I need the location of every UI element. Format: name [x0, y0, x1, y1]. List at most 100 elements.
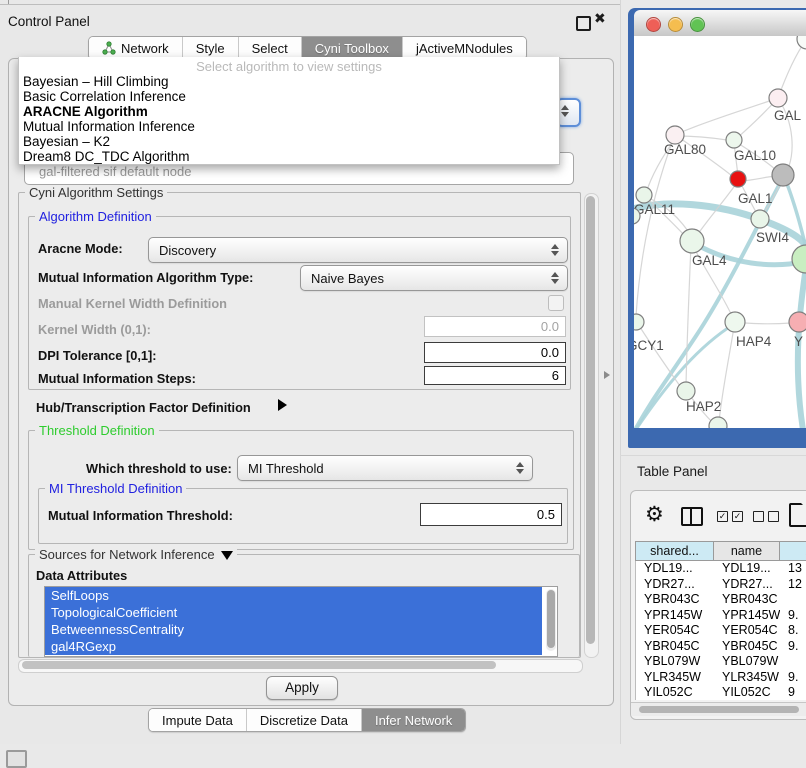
algorithm-option-aracne-algorithm[interactable]: ARACNE Algorithm [19, 104, 559, 119]
attribute-item-gal4rgexp[interactable]: gal4RGexp [45, 638, 542, 655]
mi-algorithm-type-combo[interactable]: Naive Bayes [300, 265, 568, 291]
node-gal10[interactable] [726, 132, 742, 148]
table-cell: 9 [780, 685, 806, 700]
panel-divider [620, 455, 806, 456]
node-hap2[interactable] [677, 382, 695, 400]
column-header-shared[interactable]: shared... [635, 541, 713, 561]
node[interactable] [797, 36, 806, 49]
control-panel-title: Control Panel [8, 14, 90, 29]
tab-select[interactable]: Select [239, 37, 302, 59]
unchecked-columns-icon[interactable] [753, 511, 779, 522]
threshold-definition-title: Threshold Definition [35, 423, 159, 438]
mi-steps-field[interactable]: 6 [424, 366, 566, 385]
expander-down-icon [221, 551, 233, 560]
table-row[interactable]: YBR043CYBR043C [636, 592, 806, 608]
aracne-mode-label: Aracne Mode: [38, 241, 123, 256]
algorithm-option-bayesian-k2[interactable]: Bayesian – K2 [19, 134, 559, 149]
list-vertical-scrollbar[interactable] [546, 589, 556, 651]
combo-stepper-icon [516, 462, 524, 474]
kernel-width-field[interactable]: 0.0 [424, 316, 566, 337]
combo-stepper-icon [551, 272, 559, 284]
table-row[interactable]: YBL079WYBL079W [636, 654, 806, 670]
checked-columns-icon[interactable]: ✓✓ [717, 511, 743, 522]
table-row[interactable]: YIL052CYIL052C9 [636, 685, 806, 700]
node[interactable] [772, 164, 794, 186]
close-window-icon[interactable] [646, 17, 661, 32]
split-panel-icon[interactable] [681, 507, 703, 526]
table-header-row: shared...nameA [635, 541, 806, 561]
table-cell: YBL079W [714, 654, 780, 670]
network-canvas[interactable]: GALGAL80GAL10GAL1GAL11SWI4GAL4GCY1HAP4YH… [634, 36, 806, 428]
which-threshold-combo[interactable]: MI Threshold [237, 455, 533, 481]
table-cell: YER054C [714, 623, 780, 639]
node-label: SWI4 [756, 230, 789, 245]
algorithm-option-bayesian-hill-climbing[interactable]: Bayesian – Hill Climbing [19, 74, 559, 89]
table-panel: ⚙ ✓✓ shared...nameA YDL19...YDL19...13YD… [630, 490, 806, 720]
column-header-a[interactable]: A [779, 541, 806, 561]
node-table: shared...nameA YDL19...YDL19...13YDR27..… [635, 541, 806, 700]
mi-threshold-field[interactable]: 0.5 [420, 503, 562, 526]
algorithm-definition-title: Algorithm Definition [35, 209, 156, 224]
table-horizontal-scrollbar[interactable] [631, 702, 806, 716]
which-threshold-value: MI Threshold [238, 461, 516, 476]
node-gal11[interactable] [636, 187, 652, 203]
attribute-item-topologicalcoefficient[interactable]: TopologicalCoefficient [45, 604, 542, 621]
mi-algorithm-type-value: Naive Bayes [301, 271, 551, 286]
minimized-panel-icon[interactable] [6, 750, 27, 768]
tab-discretize-data[interactable]: Discretize Data [247, 709, 362, 731]
tab-infer-network[interactable]: Infer Network [362, 709, 465, 731]
node-gcy1[interactable] [634, 314, 644, 330]
network-edge [778, 40, 806, 98]
minimize-window-icon[interactable] [668, 17, 683, 32]
splitter-collapse-icon[interactable] [604, 371, 610, 379]
table-row[interactable]: YLR345WYLR345W9. [636, 670, 806, 686]
settings-horizontal-scrollbar[interactable] [18, 659, 583, 673]
table-row[interactable]: YDL19...YDL19...13 [636, 561, 806, 577]
node-gal4[interactable] [680, 229, 704, 253]
attribute-item-betweennesscentrality[interactable]: BetweennessCentrality [45, 621, 542, 638]
tab-network[interactable]: Network [89, 37, 183, 59]
float-window-icon[interactable] [576, 16, 591, 31]
node-swi4[interactable] [751, 210, 769, 228]
node-label: GCY1 [634, 338, 664, 353]
node-gal1[interactable] [730, 171, 746, 187]
dpi-tolerance-field[interactable]: 0.0 [424, 342, 566, 363]
tab-cyni-toolbox[interactable]: Cyni Toolbox [302, 37, 403, 59]
tab-style[interactable]: Style [183, 37, 239, 59]
table-cell: YIL052C [714, 685, 780, 700]
close-icon[interactable]: ✖ [594, 11, 606, 27]
node[interactable] [709, 417, 727, 428]
apply-button[interactable]: Apply [266, 676, 338, 700]
zoom-window-icon[interactable] [690, 17, 705, 32]
settings-vertical-scrollbar[interactable] [584, 193, 599, 658]
table-row[interactable]: YPR145WYPR145W9. [636, 608, 806, 624]
which-threshold-label: Which threshold to use: [86, 461, 232, 476]
node-y[interactable] [789, 312, 806, 332]
algorithm-dropdown-popup: Select algorithm to view settings Bayesi… [18, 57, 560, 165]
gear-icon[interactable]: ⚙ [645, 504, 664, 525]
attribute-item-selfloops[interactable]: SelfLoops [45, 587, 542, 604]
sources-group-title[interactable]: Sources for Network Inference [35, 547, 237, 562]
network-window-titlebar[interactable] [634, 10, 806, 37]
algorithm-option-basic-correlation-inference[interactable]: Basic Correlation Inference [19, 89, 559, 104]
hub-expander-label[interactable]: Hub/Transcription Factor Definition [36, 400, 251, 415]
table-row[interactable]: YDR27...YDR27...12 [636, 577, 806, 593]
node-hap4[interactable] [725, 312, 745, 332]
column-header-name[interactable]: name [713, 541, 779, 561]
tab-jactivemnodules[interactable]: jActiveMNodules [403, 37, 526, 59]
table-cell: YLR345W [636, 670, 714, 686]
table-row[interactable]: YBR045CYBR045C9. [636, 639, 806, 655]
aracne-mode-combo[interactable]: Discovery [148, 237, 568, 263]
data-attributes-list[interactable]: SelfLoopsTopologicalCoefficientBetweenne… [44, 586, 558, 657]
tab-impute-data[interactable]: Impute Data [149, 709, 247, 731]
algorithm-option-dream8-dc-tdc-algorithm[interactable]: Dream8 DC_TDC Algorithm [19, 149, 559, 164]
table-row[interactable]: YER054CYER054C8. [636, 623, 806, 639]
node-gal[interactable] [769, 89, 787, 107]
table-panel-title: Table Panel [637, 464, 708, 479]
manual-kernel-width-checkbox[interactable] [548, 295, 564, 311]
table-cell: YBR043C [714, 592, 780, 608]
expander-right-icon[interactable] [278, 399, 287, 411]
document-icon[interactable] [789, 503, 806, 527]
algorithm-option-mutual-information-inference[interactable]: Mutual Information Inference [19, 119, 559, 134]
node[interactable] [792, 245, 806, 273]
